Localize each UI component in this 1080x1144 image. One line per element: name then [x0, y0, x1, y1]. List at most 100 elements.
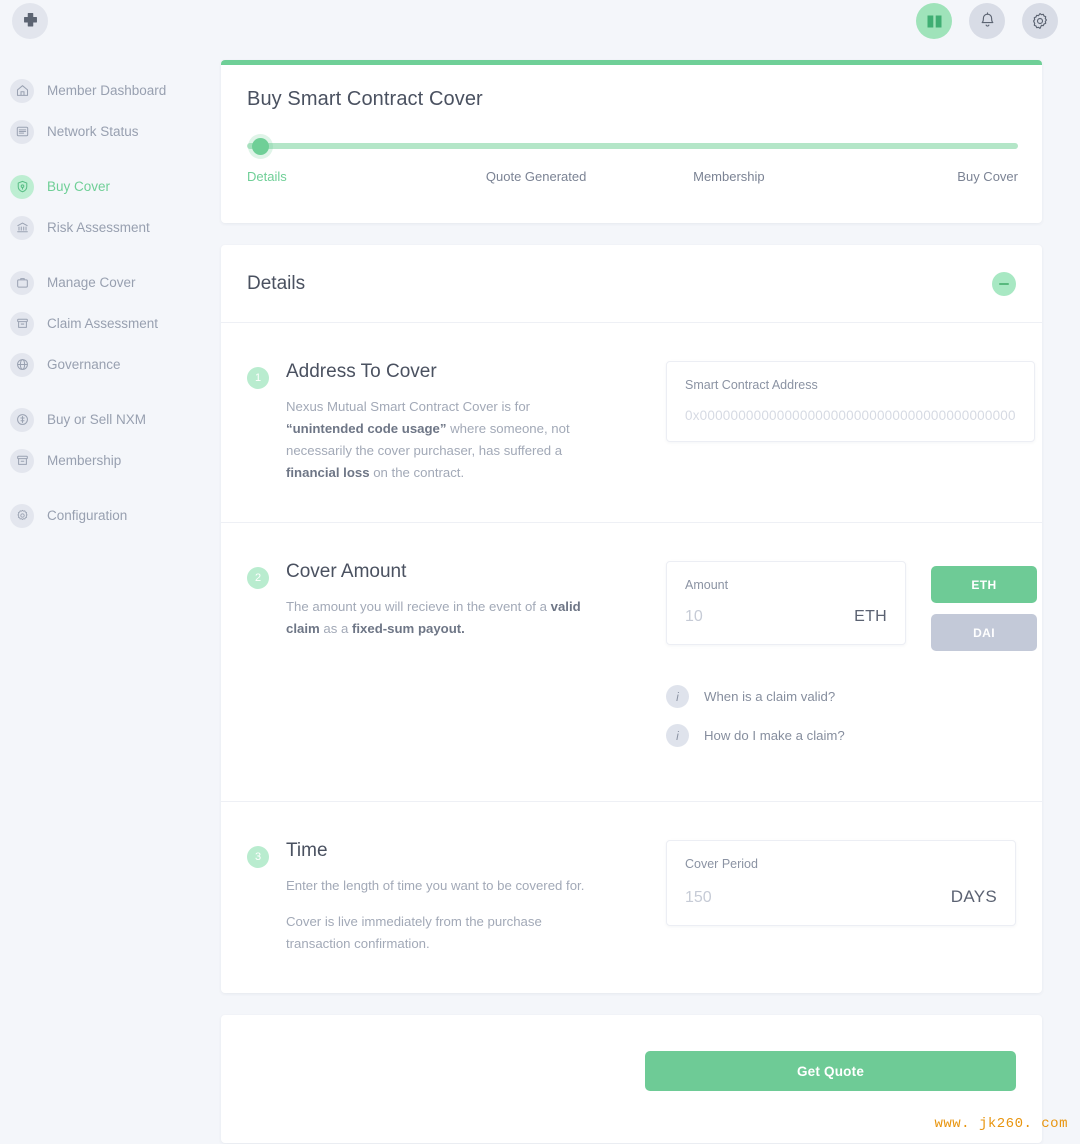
section-heading: Cover Amount [286, 561, 407, 582]
sidebar-item-label: Network Status [47, 124, 139, 139]
details-card: Details 1 Address To Cover Nexus Mutual … [221, 245, 1042, 993]
body-line: Cover is live immediately from the purch… [286, 914, 542, 951]
step-number-badge: 1 [247, 367, 269, 389]
watermark: www. jk260. com [934, 1116, 1068, 1132]
sidebar-item-label: Buy or Sell NXM [47, 412, 147, 427]
step-membership[interactable]: Membership [633, 169, 826, 184]
smart-contract-address-input[interactable]: 0x00000000000000000000000000000000000000… [685, 408, 1016, 423]
field-row: 150 DAYS [685, 887, 997, 907]
currency-button-eth[interactable]: ETH [931, 566, 1037, 603]
docs-button[interactable] [916, 3, 952, 39]
sidebar-item-manage-cover[interactable]: Manage Cover [0, 262, 210, 303]
smart-contract-address-field[interactable]: Smart Contract Address 0x000000000000000… [666, 361, 1035, 442]
card-box-icon [10, 448, 34, 473]
section-body: Enter the length of time you want to be … [286, 875, 586, 955]
sidebar-item-label: Risk Assessment [47, 220, 150, 235]
step-number-badge: 3 [247, 846, 269, 868]
cover-amount-field[interactable]: Amount 10 ETH [666, 561, 906, 645]
info-link-when-is-a-claim-valid[interactable]: i When is a claim valid? [666, 685, 1037, 708]
cross-icon [23, 12, 37, 27]
field-row: 10 ETH [685, 608, 887, 626]
field-label: Smart Contract Address [685, 378, 818, 392]
section-description: 1 Address To Cover Nexus Mutual Smart Co… [247, 361, 647, 484]
body-part: on the contract. [369, 465, 465, 480]
sidebar-item-buy-cover[interactable]: Buy Cover [0, 166, 210, 207]
sidebar-item-membership[interactable]: Membership [0, 440, 210, 481]
info-icon: i [666, 685, 689, 708]
topbar [0, 0, 1080, 56]
section-body: The amount you will recieve in the event… [286, 596, 586, 640]
shield-lock-icon [10, 174, 34, 199]
sidebar-item-label: Governance [47, 357, 121, 372]
section-description: 3 Time Enter the length of time you want… [247, 840, 647, 955]
section-controls: Amount 10 ETH ETH DAI i When is a claim … [647, 561, 1037, 763]
info-link-label: When is a claim valid? [704, 689, 836, 704]
section-cover-amount: 2 Cover Amount The amount you will recie… [221, 523, 1042, 802]
body-part: The amount you will recieve in the event… [286, 599, 551, 614]
minus-icon[interactable] [992, 271, 1016, 296]
main-content: Buy Smart Contract Cover Details Quote G… [221, 60, 1042, 1143]
section-address-to-cover: 1 Address To Cover Nexus Mutual Smart Co… [221, 323, 1042, 523]
gear-icon [1033, 13, 1047, 29]
info-link-how-do-i-make-a-claim[interactable]: i How do I make a claim? [666, 724, 1037, 747]
sidebar-item-buy-or-sell-nxm[interactable]: Buy or Sell NXM [0, 399, 210, 440]
section-controls: Cover Period 150 DAYS [647, 840, 1016, 955]
sidebar-item-governance[interactable]: Governance [0, 344, 210, 385]
gear-icon [10, 503, 34, 528]
globe-icon [10, 352, 34, 377]
progress-track [247, 143, 1018, 149]
settings-button[interactable] [1022, 3, 1058, 39]
progress-bar[interactable] [247, 137, 1018, 155]
sidebar-item-risk-assessment[interactable]: Risk Assessment [0, 207, 210, 248]
body-part: Nexus Mutual Smart Contract Cover is for [286, 399, 531, 414]
body-part-bold: financial loss [286, 465, 370, 480]
body-part-bold: “unintended code usage” [286, 421, 447, 436]
body-part-bold: fixed-sum payout. [352, 621, 465, 636]
step-details[interactable]: Details [247, 169, 440, 184]
claim-info-links: i When is a claim valid? i How do I make… [666, 685, 1037, 763]
section-body: Nexus Mutual Smart Contract Cover is for… [286, 396, 586, 484]
currency-selector: ETH DAI [931, 561, 1037, 651]
sidebar: Member Dashboard Network Status Buy Cove… [0, 56, 210, 1144]
coin-icon [10, 407, 34, 432]
archive-box-icon [10, 311, 34, 336]
nexus-mutual-cross-logo-icon[interactable] [12, 3, 48, 39]
section-description: 2 Cover Amount The amount you will recie… [247, 561, 647, 763]
cover-period-field[interactable]: Cover Period 150 DAYS [666, 840, 1016, 926]
sidebar-item-label: Member Dashboard [47, 83, 167, 98]
sidebar-item-claim-assessment[interactable]: Claim Assessment [0, 303, 210, 344]
sidebar-item-network-status[interactable]: Network Status [0, 111, 210, 152]
sidebar-item-label: Claim Assessment [47, 316, 159, 331]
currency-button-dai[interactable]: DAI [931, 614, 1037, 651]
step-labels: Details Quote Generated Membership Buy C… [247, 169, 1018, 184]
sidebar-item-label: Configuration [47, 508, 128, 523]
step-number-badge: 2 [247, 567, 269, 589]
step-quote-generated[interactable]: Quote Generated [440, 169, 633, 184]
sidebar-item-label: Buy Cover [47, 179, 111, 194]
page-title: Buy Smart Contract Cover [247, 88, 483, 110]
bank-icon [10, 215, 34, 240]
sidebar-item-member-dashboard[interactable]: Member Dashboard [0, 70, 210, 111]
server-list-icon [10, 119, 34, 144]
section-controls: Smart Contract Address 0x000000000000000… [647, 361, 1035, 484]
progress-knob[interactable] [252, 138, 269, 155]
app-root: Member Dashboard Network Status Buy Cove… [0, 0, 1080, 1144]
field-label: Amount [685, 578, 729, 592]
info-link-label: How do I make a claim? [704, 728, 845, 743]
bell-icon [981, 12, 993, 27]
sidebar-item-configuration[interactable]: Configuration [0, 495, 210, 536]
notifications-button[interactable] [969, 3, 1005, 39]
buy-cover-stepper-card: Buy Smart Contract Cover Details Quote G… [221, 60, 1042, 223]
quote-footer-card: Get Quote [221, 1015, 1042, 1143]
get-quote-button[interactable]: Get Quote [645, 1051, 1016, 1091]
cover-amount-input[interactable]: 10 [685, 608, 703, 626]
sidebar-item-label: Membership [47, 453, 122, 468]
sidebar-item-label: Manage Cover [47, 275, 136, 290]
cover-period-input[interactable]: 150 [685, 889, 712, 907]
step-buy-cover[interactable]: Buy Cover [825, 169, 1018, 184]
topbar-actions [916, 3, 1058, 39]
body-line: Enter the length of time you want to be … [286, 878, 585, 893]
field-label: Cover Period [685, 857, 758, 871]
section-heading: Address To Cover [286, 361, 437, 382]
details-title: Details [247, 272, 306, 294]
